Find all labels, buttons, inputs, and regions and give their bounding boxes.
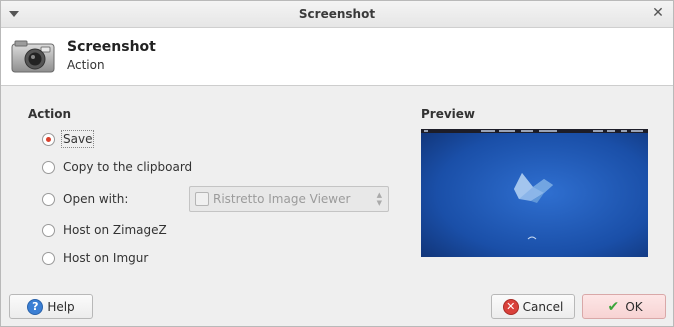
host-zimagez-radio[interactable] (42, 223, 55, 237)
help-label: Help (47, 299, 75, 314)
host-imgur-label: Host on Imgur (63, 251, 149, 265)
cancel-label: Cancel (522, 299, 564, 314)
host-zimagez-label: Host on ZimageZ (63, 223, 167, 237)
ok-label: OK (625, 299, 643, 314)
open-with-app-select[interactable]: Ristretto Image Viewer ▲ ▼ (189, 186, 389, 212)
cancel-icon: ✕ (502, 298, 519, 315)
cancel-button[interactable]: ✕ Cancel (491, 294, 575, 319)
help-button[interactable]: ? Help (9, 294, 93, 319)
save-option[interactable]: Save (42, 130, 95, 148)
close-icon: ✕ (652, 5, 664, 21)
help-icon: ? (27, 298, 44, 315)
ok-button[interactable]: ✔ OK (582, 294, 666, 319)
save-radio[interactable] (42, 132, 55, 146)
spin-arrows-icon: ▲ ▼ (376, 191, 382, 207)
screenshot-preview-image (421, 129, 648, 257)
dialog-header: Screenshot Action (1, 28, 673, 86)
open-with-option[interactable]: Open with: (42, 190, 128, 208)
camera-icon (11, 40, 55, 73)
preview-section-title: Preview (421, 107, 476, 121)
host-zimagez-option[interactable]: Host on ZimageZ (42, 221, 167, 239)
host-imgur-option[interactable]: Host on Imgur (42, 249, 148, 267)
open-with-label: Open with: (63, 192, 129, 206)
save-label: Save (60, 130, 95, 148)
open-with-radio[interactable] (42, 192, 55, 206)
copy-clipboard-radio[interactable] (42, 160, 55, 174)
header-title: Screenshot (67, 39, 156, 55)
copy-clipboard-label: Copy to the clipboard (63, 160, 193, 174)
window-title: Screenshot (298, 7, 376, 21)
close-button[interactable]: ✕ (651, 6, 665, 20)
action-section-title: Action (28, 107, 72, 121)
checkmark-icon: ✔ (607, 298, 620, 315)
host-imgur-radio[interactable] (42, 251, 55, 265)
screenshot-dialog: Screenshot ✕ Screenshot Action Action Sa… (0, 0, 674, 327)
copy-clipboard-option[interactable]: Copy to the clipboard (42, 158, 192, 176)
header-subtitle: Action (67, 58, 105, 72)
title-bar: Screenshot ✕ (1, 1, 673, 28)
open-with-app-value: Ristretto Image Viewer (213, 192, 351, 206)
image-viewer-icon (195, 192, 209, 206)
